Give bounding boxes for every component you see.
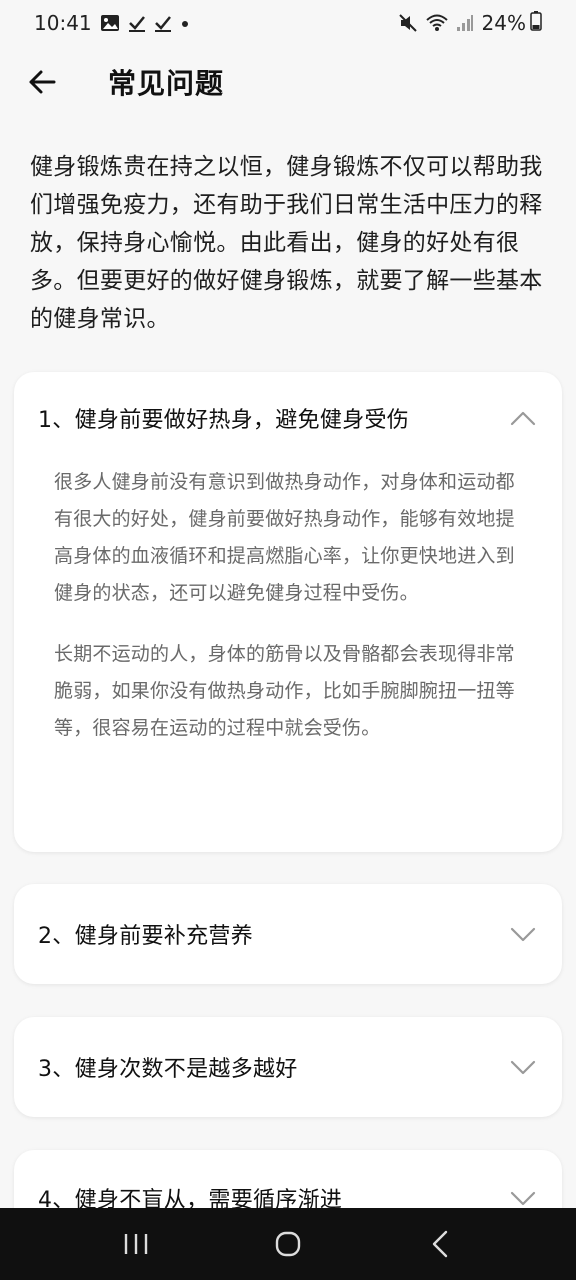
status-time: 10:41 [34, 11, 92, 35]
mute-icon [398, 13, 418, 33]
faq-card: 1、健身前要做好热身，避免健身受伤 很多人健身前没有意识到做热身动作，对身体和运… [14, 372, 562, 852]
faq-title: 1、健身前要做好热身，避免健身受伤 [38, 408, 410, 433]
battery-status: 24% [481, 10, 542, 36]
home-icon [275, 1231, 301, 1257]
faq-title: 3、健身次数不是越多越好 [38, 1057, 298, 1082]
faq-header[interactable]: 2、健身前要补充营养 [14, 884, 562, 984]
navigation-bar [0, 1208, 576, 1280]
faq-title: 2、健身前要补充营养 [38, 924, 253, 949]
chevron-up-icon[interactable] [508, 403, 538, 433]
page-title: 常见问题 [108, 67, 225, 100]
back-icon [432, 1230, 448, 1258]
faq-paragraph: 很多人健身前没有意识到做热身动作，对身体和运动都有很大的好处，健身前要做好热身动… [54, 471, 515, 604]
home-button[interactable] [256, 1216, 320, 1272]
battery-percent: 24% [481, 11, 526, 35]
back-button[interactable] [14, 54, 70, 110]
faq-header[interactable]: 1、健身前要做好热身，避免健身受伤 [14, 372, 562, 464]
check-icon [154, 14, 172, 32]
check-icon [128, 14, 146, 32]
app-bar: 常见问题 [0, 46, 576, 118]
intro-text: 健身锻炼贵在持之以恒，健身锻炼不仅可以帮助我们增强免疫力，还有助于我们日常生活中… [30, 154, 543, 332]
status-left: 10:41 [34, 11, 190, 35]
arrow-left-icon [29, 70, 56, 94]
screen: 10:41 24% 常见问题 健身锻炼贵在持之以恒，健身锻炼不仅可以帮助我们增强… [0, 0, 576, 1280]
chevron-down-icon[interactable] [508, 919, 538, 949]
system-back-button[interactable] [408, 1216, 472, 1272]
battery-icon [530, 10, 542, 36]
faq-paragraph: 长期不运动的人，身体的筋骨以及骨骼都会表现得非常脆弱，如果你没有做热身动作，比如… [54, 643, 515, 739]
status-bar: 10:41 24% [0, 0, 576, 46]
faq-card: 3、健身次数不是越多越好 [14, 1017, 562, 1117]
dot-icon [180, 14, 190, 32]
image-icon [100, 14, 120, 32]
faq-header[interactable]: 3、健身次数不是越多越好 [14, 1017, 562, 1117]
chevron-down-icon[interactable] [508, 1052, 538, 1082]
status-right: 24% [398, 10, 542, 36]
faq-body: 很多人健身前没有意识到做热身动作，对身体和运动都有很大的好处，健身前要做好热身动… [14, 464, 562, 747]
faq-card: 2、健身前要补充营养 [14, 884, 562, 984]
recents-button[interactable] [104, 1216, 168, 1272]
signal-icon [456, 14, 474, 32]
wifi-icon [425, 13, 448, 33]
recents-icon [124, 1234, 148, 1254]
